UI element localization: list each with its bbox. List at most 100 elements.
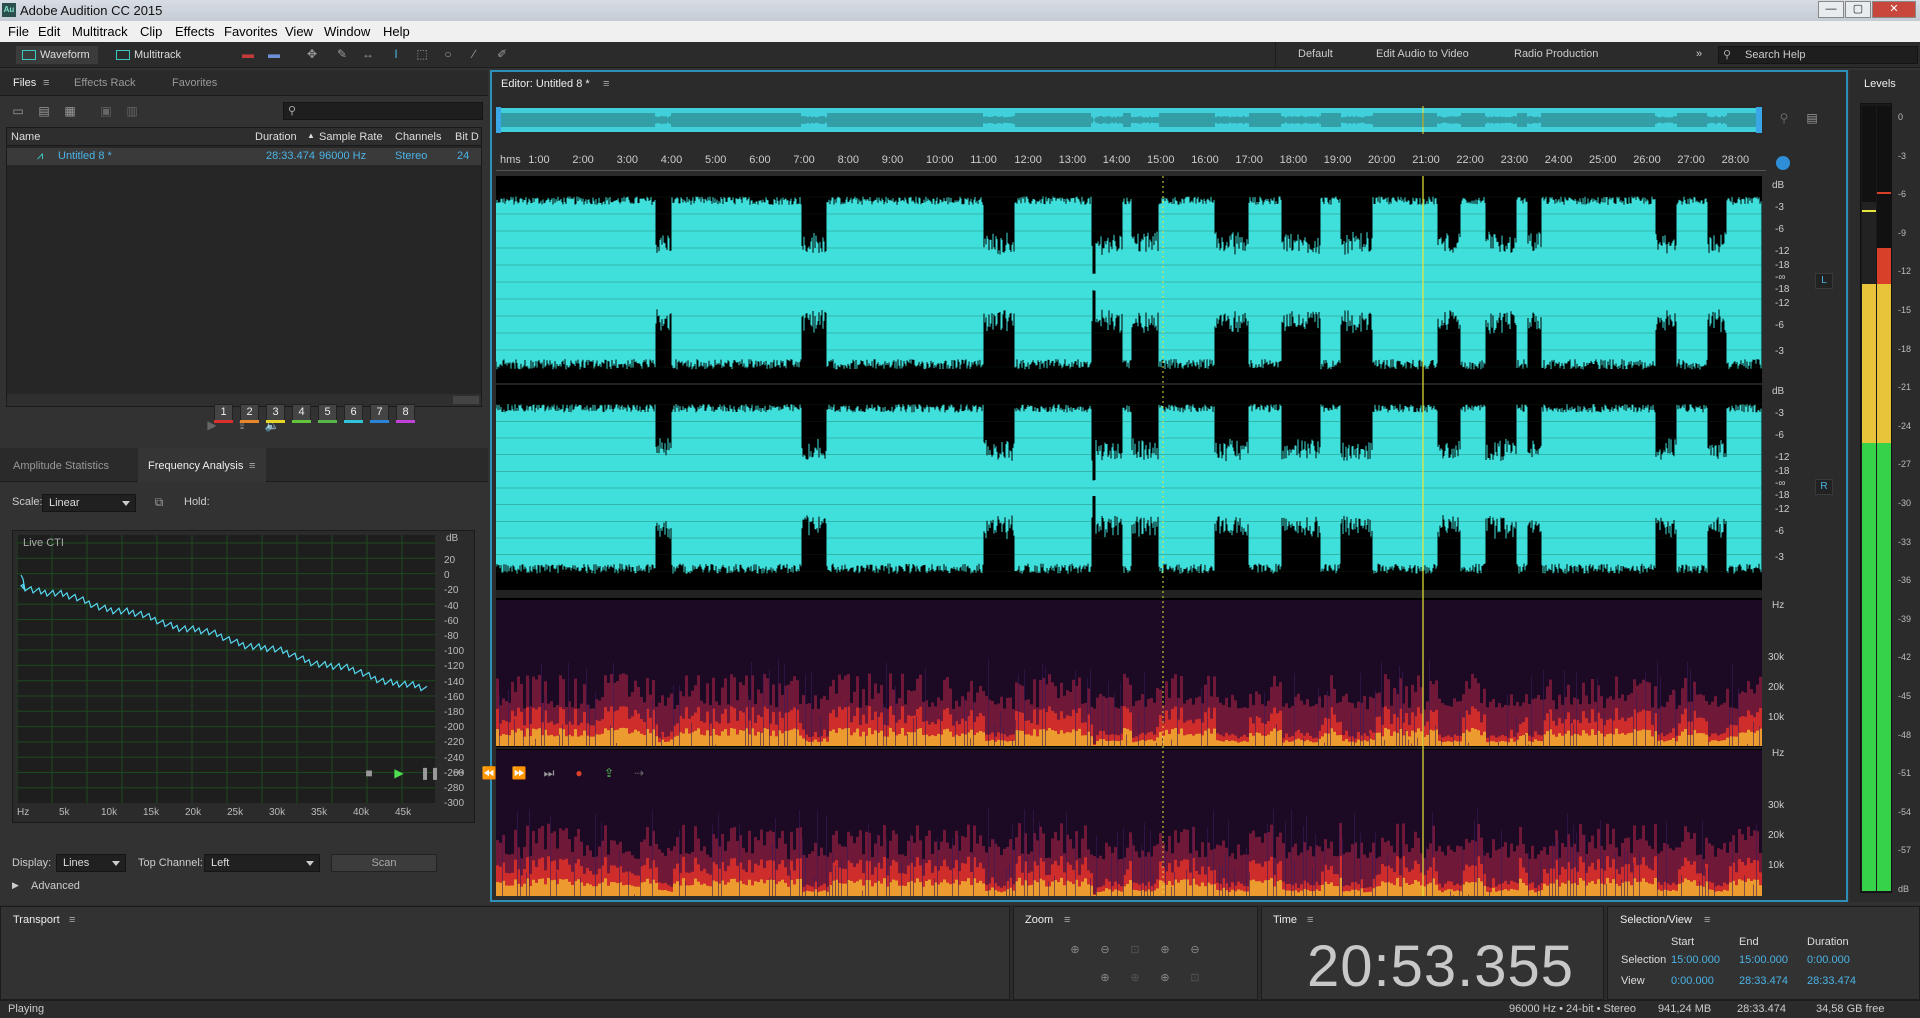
zoom-in-amplitude-icon[interactable]: ⊕ xyxy=(1066,942,1084,958)
tab-frequency-analysis[interactable]: Frequency Analysis xyxy=(148,460,243,472)
selection-end[interactable]: 15:00.000 xyxy=(1739,954,1788,966)
transport-menu-icon[interactable]: ≡ xyxy=(69,914,75,926)
files-panel-menu-icon[interactable]: ≡ xyxy=(43,77,49,89)
razor-tool-icon[interactable]: ✎ xyxy=(334,46,350,62)
display-dropdown[interactable]: Lines xyxy=(56,854,126,872)
ruler-options-icon[interactable] xyxy=(1776,156,1790,170)
selection-view-menu-icon[interactable]: ≡ xyxy=(1704,914,1710,926)
hold-button-3[interactable]: 3 xyxy=(266,404,285,421)
zoom-out-full-icon[interactable]: ⊡ xyxy=(1126,942,1144,958)
hold-button-4[interactable]: 4 xyxy=(292,404,311,421)
tab-favorites[interactable]: Favorites xyxy=(172,77,217,89)
column-channels[interactable]: Channels xyxy=(395,131,441,143)
zoom-reset-icon[interactable]: ⊡ xyxy=(1186,970,1204,986)
search-help-input[interactable]: Search Help xyxy=(1745,49,1806,61)
new-file-icon[interactable]: ▦ xyxy=(62,103,78,119)
fast-forward-icon[interactable]: ⏩ xyxy=(510,764,528,782)
search-help-field[interactable]: ⚲ Search Help xyxy=(1718,46,1918,64)
time-selection-tool-icon[interactable]: I xyxy=(388,46,404,62)
screenshot-icon[interactable]: ⧉ xyxy=(151,494,167,510)
time-menu-icon[interactable]: ≡ xyxy=(1307,914,1313,926)
menu-edit[interactable]: Edit xyxy=(38,24,60,39)
editor-options-icon[interactable]: ▤ xyxy=(1804,110,1820,126)
hold-button-8[interactable]: 8 xyxy=(396,404,415,421)
hold-button-5[interactable]: 5 xyxy=(318,404,337,421)
menu-favorites[interactable]: Favorites xyxy=(224,24,277,39)
analysis-panel-menu-icon[interactable]: ≡ xyxy=(249,460,255,472)
scan-button[interactable]: Scan xyxy=(331,854,437,872)
marquee-tool-icon[interactable]: ⬚ xyxy=(414,46,430,62)
zoom-in-left-icon[interactable]: ⊕ xyxy=(1126,970,1144,986)
left-channel-toggle[interactable]: L xyxy=(1815,273,1833,289)
delete-icon[interactable]: ▥ xyxy=(124,103,140,119)
zoom-in-time-icon[interactable]: ⊕ xyxy=(1156,942,1174,958)
menu-file[interactable]: File xyxy=(8,24,29,39)
spot-healing-tool-icon[interactable]: ✐ xyxy=(494,46,510,62)
column-sample-rate[interactable]: Sample Rate xyxy=(319,131,383,143)
pause-icon[interactable]: ❚❚ xyxy=(420,764,440,782)
workspace-more[interactable]: » xyxy=(1696,48,1702,60)
maximize-button[interactable]: ▢ xyxy=(1845,1,1871,18)
overview-bar[interactable] xyxy=(496,104,1766,136)
view-duration[interactable]: 28:33.474 xyxy=(1807,975,1856,987)
scrollbar-thumb[interactable] xyxy=(453,396,479,404)
menu-window[interactable]: Window xyxy=(324,24,370,39)
menu-clip[interactable]: Clip xyxy=(140,24,162,39)
table-row[interactable]: ⩘ Untitled 8 * 28:33.474 96000 Hz Stereo… xyxy=(7,148,481,165)
previous-icon[interactable]: ⏮ xyxy=(450,764,468,782)
zoom-menu-icon[interactable]: ≡ xyxy=(1064,914,1070,926)
right-channel-toggle[interactable]: R xyxy=(1815,479,1833,495)
zoom-in-right-icon[interactable]: ⊕ xyxy=(1156,970,1174,986)
slip-tool-icon[interactable]: ↔ xyxy=(360,46,376,62)
tab-files[interactable]: Files xyxy=(13,77,36,89)
zoom-out-amplitude-icon[interactable]: ⊖ xyxy=(1096,942,1114,958)
lasso-tool-icon[interactable]: ○ xyxy=(440,46,456,62)
hold-button-6[interactable]: 6 xyxy=(344,404,363,421)
spectral-display-icon[interactable]: ▬ xyxy=(240,46,256,62)
scale-dropdown[interactable]: Linear xyxy=(42,494,136,512)
waveform-view-button[interactable]: Waveform xyxy=(16,46,98,64)
menu-view[interactable]: View xyxy=(285,24,313,39)
menu-effects[interactable]: Effects xyxy=(175,24,215,39)
spectral-pitch-icon[interactable]: ▬ xyxy=(266,46,282,62)
column-bit-depth[interactable]: Bit D xyxy=(455,131,479,143)
column-duration[interactable]: Duration xyxy=(255,131,297,143)
stop-icon[interactable]: ■ xyxy=(360,764,378,782)
hold-button-1[interactable]: 1 xyxy=(214,404,233,421)
brush-tool-icon[interactable]: ∕ xyxy=(466,46,482,62)
multitrack-view-button[interactable]: Multitrack xyxy=(110,46,189,64)
close-button[interactable]: ✕ xyxy=(1872,1,1916,18)
open-file-icon[interactable]: ▭ xyxy=(10,103,26,119)
files-search-field[interactable]: ⚲ xyxy=(283,102,483,120)
time-ruler[interactable]: hms 1:00 2:00 3:00 4:00 5:00 6:00 7:00 8:00 9:00 1… xyxy=(496,152,1766,172)
column-name[interactable]: Name xyxy=(11,131,40,143)
editor-menu-icon[interactable]: ≡ xyxy=(603,78,609,90)
skip-selection-icon[interactable]: ⇢ xyxy=(630,764,648,782)
workspace-radio-production[interactable]: Radio Production xyxy=(1514,48,1598,60)
workspace-edit-audio-to-video[interactable]: Edit Audio to Video xyxy=(1376,48,1469,60)
zoom-navigator-icon[interactable]: ⚲ xyxy=(1776,110,1792,126)
zoom-out-time-icon[interactable]: ⊖ xyxy=(1186,942,1204,958)
hold-button-2[interactable]: 2 xyxy=(240,404,259,421)
expand-icon[interactable]: ▶ xyxy=(12,880,19,891)
rewind-icon[interactable]: ⏪ xyxy=(480,764,498,782)
play-icon[interactable]: ▶ xyxy=(390,764,408,782)
insert-icon[interactable]: ▣ xyxy=(98,103,114,119)
advanced-toggle[interactable]: Advanced xyxy=(31,880,80,892)
tab-effects-rack[interactable]: Effects Rack xyxy=(74,77,136,89)
selection-duration[interactable]: 0:00.000 xyxy=(1807,954,1850,966)
play-all-icon[interactable]: ⇪ xyxy=(600,764,618,782)
top-channel-dropdown[interactable]: Left xyxy=(204,854,320,872)
tab-amplitude-statistics[interactable]: Amplitude Statistics xyxy=(13,460,109,472)
import-file-icon[interactable]: ▤ xyxy=(36,103,52,119)
menu-multitrack[interactable]: Multitrack xyxy=(72,24,128,39)
selection-start[interactable]: 15:00.000 xyxy=(1671,954,1720,966)
move-tool-icon[interactable]: ✥ xyxy=(304,46,320,62)
waveform-and-spectrogram[interactable] xyxy=(496,176,1766,896)
menu-help[interactable]: Help xyxy=(383,24,410,39)
minimize-button[interactable]: — xyxy=(1818,1,1844,18)
record-icon[interactable]: ● xyxy=(570,764,588,782)
hold-button-7[interactable]: 7 xyxy=(370,404,389,421)
zoom-to-selection-icon[interactable]: ⊕ xyxy=(1096,970,1114,986)
view-start[interactable]: 0:00.000 xyxy=(1671,975,1714,987)
